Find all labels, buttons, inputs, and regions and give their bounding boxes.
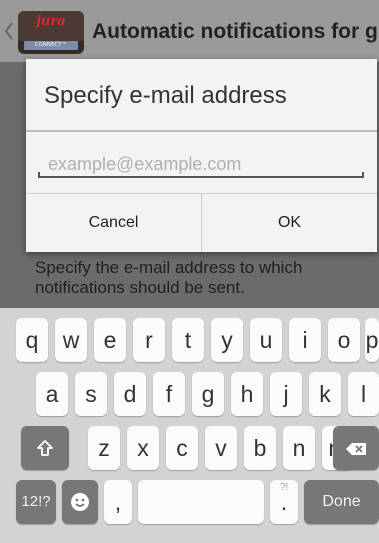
email-input-underline (38, 176, 364, 178)
dialog-title-divider (26, 130, 377, 132)
key-f[interactable]: f (153, 372, 185, 416)
symbols-key[interactable]: 12!? (16, 480, 56, 524)
space-key[interactable] (138, 480, 264, 524)
action-bar: jura CONNECT™ Automatic notifications fo… (0, 0, 379, 62)
smiley-icon (71, 493, 89, 511)
key-k[interactable]: k (309, 372, 341, 416)
key-n[interactable]: n (283, 426, 315, 470)
help-text: Specify the e-mail address to which noti… (35, 258, 303, 297)
shift-arrow-icon (37, 440, 53, 456)
done-key[interactable]: Done (304, 480, 379, 524)
key-j[interactable]: j (270, 372, 302, 416)
comma-key[interactable]: , (104, 480, 132, 524)
key-x[interactable]: x (127, 426, 159, 470)
ok-button[interactable]: OK (202, 194, 377, 252)
key-l[interactable]: l (348, 372, 379, 416)
key-s[interactable]: s (75, 372, 107, 416)
page-title: Automatic notifications for g... (92, 20, 379, 43)
backspace-key[interactable] (333, 426, 379, 470)
key-d[interactable]: d (114, 372, 146, 416)
logo-tagline: CONNECT™ (24, 41, 78, 50)
period-key[interactable]: ?! . (270, 480, 298, 524)
key-p[interactable]: p (365, 318, 379, 362)
app-logo[interactable]: jura CONNECT™ (18, 11, 84, 54)
key-t[interactable]: t (172, 318, 204, 362)
email-dialog: Specify e-mail address Cancel OK (26, 59, 377, 252)
dialog-title: Specify e-mail address (44, 82, 287, 109)
cancel-button[interactable]: Cancel (26, 194, 201, 252)
key-o[interactable]: o (328, 318, 360, 362)
key-h[interactable]: h (231, 372, 263, 416)
soft-keyboard: q w e r t y u i o p a s d f g h j k l z … (0, 308, 379, 543)
key-z[interactable]: z (88, 426, 120, 470)
back-chevron-icon[interactable] (2, 20, 16, 42)
emoji-key[interactable] (62, 480, 98, 524)
key-c[interactable]: c (166, 426, 198, 470)
backspace-icon (346, 443, 366, 455)
shift-key[interactable] (21, 426, 69, 470)
key-w[interactable]: w (55, 318, 87, 362)
key-i[interactable]: i (289, 318, 321, 362)
period-key-hint: ?! (279, 482, 289, 493)
key-q[interactable]: q (16, 318, 48, 362)
key-g[interactable]: g (192, 372, 224, 416)
key-u[interactable]: u (250, 318, 282, 362)
logo-wordmark: jura (36, 14, 66, 29)
key-y[interactable]: y (211, 318, 243, 362)
key-r[interactable]: r (133, 318, 165, 362)
key-a[interactable]: a (36, 372, 68, 416)
key-v[interactable]: v (205, 426, 237, 470)
key-b[interactable]: b (244, 426, 276, 470)
key-e[interactable]: e (94, 318, 126, 362)
